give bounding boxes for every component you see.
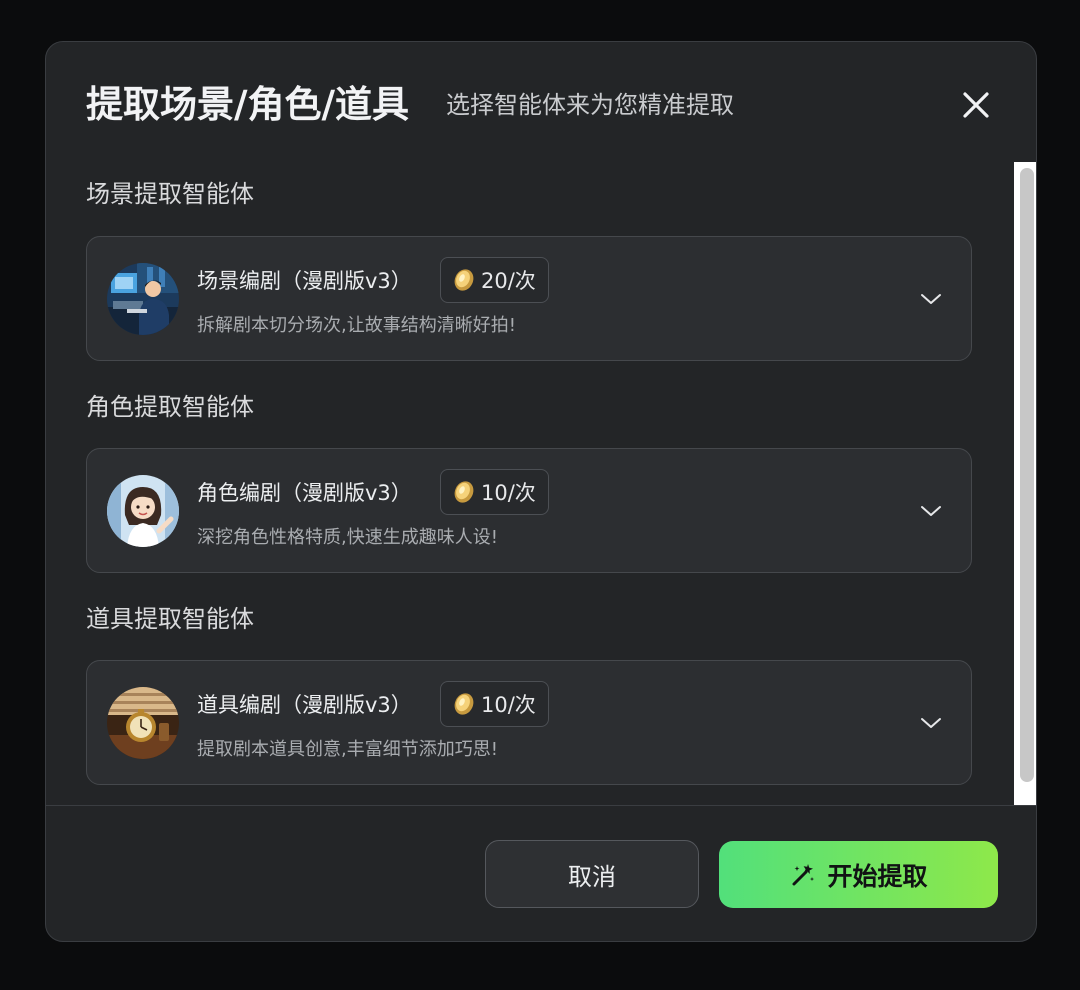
agent-name: 场景编剧（漫剧版v3） [197, 269, 412, 293]
close-button[interactable] [956, 85, 996, 125]
cancel-button[interactable]: 取消 [485, 840, 699, 908]
character-writer-avatar [107, 475, 179, 547]
price-badge: 10/次 [440, 469, 549, 515]
footer-divider [46, 805, 1036, 806]
dialog-title: 提取场景/角色/道具 [86, 83, 410, 126]
dialog-subtitle: 选择智能体来为您精准提取 [446, 91, 734, 119]
agent-description: 深挖角色性格特质,快速生成趣味人设! [197, 527, 498, 548]
agent-select-scene[interactable]: 场景编剧（漫剧版v3） 20/次 拆解剧本切分场次,让故事结构清晰好拍! [86, 236, 972, 361]
price-badge: 10/次 [440, 681, 549, 727]
chevron-down-icon [921, 294, 941, 304]
coin-icon [454, 269, 474, 291]
scrollbar[interactable] [1014, 162, 1036, 805]
price-text: 10/次 [481, 481, 536, 505]
agent-name: 角色编剧（漫剧版v3） [197, 481, 412, 505]
prop-writer-avatar [107, 687, 179, 759]
start-extract-label: 开始提取 [827, 861, 928, 891]
agent-description: 提取剧本道具创意,丰富细节添加巧思! [197, 739, 498, 760]
scene-writer-avatar [107, 263, 179, 335]
start-extract-button[interactable]: 开始提取 [719, 841, 998, 908]
price-text: 20/次 [481, 269, 536, 293]
section-title-scene: 场景提取智能体 [86, 180, 254, 208]
agent-name: 道具编剧（漫剧版v3） [197, 693, 412, 717]
coin-icon [454, 481, 474, 503]
chevron-down-icon [921, 506, 941, 516]
magic-wand-icon [792, 863, 815, 885]
agent-select-prop[interactable]: 道具编剧（漫剧版v3） 10/次 提取剧本道具创意,丰富细节添加巧思! [86, 660, 972, 785]
agent-description: 拆解剧本切分场次,让故事结构清晰好拍! [197, 315, 516, 336]
close-icon [963, 92, 989, 118]
section-title-character: 角色提取智能体 [86, 393, 254, 421]
price-badge: 20/次 [440, 257, 549, 303]
chevron-down-icon [921, 718, 941, 728]
price-text: 10/次 [481, 693, 536, 717]
agent-list-scroll-area: 场景提取智能体 场景编剧（漫剧版v3） 20/次 拆解剧本切分场次,让故事结构清… [46, 162, 1036, 805]
section-title-prop: 道具提取智能体 [86, 605, 254, 633]
agent-select-character[interactable]: 角色编剧（漫剧版v3） 10/次 深挖角色性格特质,快速生成趣味人设! [86, 448, 972, 573]
scrollbar-thumb[interactable] [1020, 168, 1034, 782]
dialog-header: 提取场景/角色/道具 选择智能体来为您精准提取 [86, 80, 996, 130]
extract-dialog: 提取场景/角色/道具 选择智能体来为您精准提取 场景提取智能体 场景编剧（漫剧版… [45, 41, 1037, 942]
cancel-button-label: 取消 [568, 862, 616, 891]
coin-icon [454, 693, 474, 715]
